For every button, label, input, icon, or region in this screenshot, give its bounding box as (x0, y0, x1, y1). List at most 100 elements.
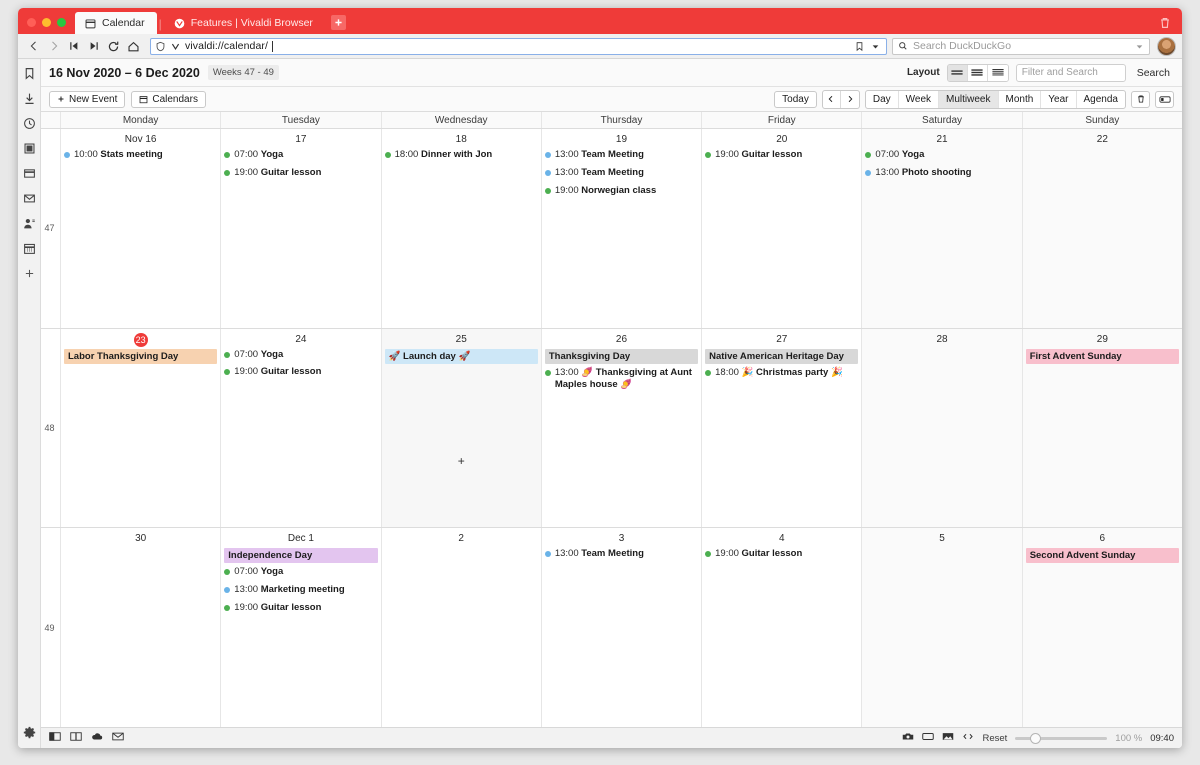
calendar-panel-icon[interactable] (23, 242, 36, 255)
close-window-button[interactable] (27, 18, 36, 27)
calendar-event[interactable]: 07:00 Yoga (224, 149, 377, 162)
day-cell[interactable]: Nov 1610:00 Stats meeting (61, 129, 221, 328)
day-cell[interactable]: 22 (1023, 129, 1182, 328)
week-number-cell[interactable]: 47 (41, 129, 61, 328)
layout-dense-rows-button[interactable] (988, 65, 1008, 81)
calendar-event[interactable]: 13:00 Team Meeting (545, 149, 698, 162)
day-cell[interactable]: 1707:00 Yoga19:00 Guitar lesson (221, 129, 381, 328)
window-panel-icon[interactable] (23, 167, 36, 180)
day-cell[interactable]: 419:00 Guitar lesson (702, 528, 862, 727)
avatar[interactable] (1157, 37, 1176, 56)
calendar-event[interactable]: 07:00 Yoga (224, 349, 377, 362)
zoom-slider-handle[interactable] (1030, 733, 1041, 744)
forward-icon[interactable] (44, 37, 63, 56)
all-day-event[interactable]: Second Advent Sunday (1026, 548, 1179, 563)
day-cell[interactable]: 2019:00 Guitar lesson (702, 129, 862, 328)
week-number-cell[interactable]: 49 (41, 528, 61, 727)
day-cell[interactable]: 25🚀 Launch day 🚀+ (382, 329, 542, 528)
chevron-left-icon[interactable] (823, 91, 841, 108)
all-day-event[interactable]: Native American Heritage Day (705, 349, 858, 364)
tab-calendar[interactable]: Calendar (75, 12, 157, 34)
capture-icon[interactable] (902, 732, 914, 744)
view-year-button[interactable]: Year (1041, 91, 1076, 108)
rewind-icon[interactable] (64, 37, 83, 56)
day-cell[interactable]: 29First Advent Sunday (1023, 329, 1182, 528)
search-button[interactable]: Search (1133, 67, 1174, 79)
fast-forward-icon[interactable] (84, 37, 103, 56)
view-agenda-button[interactable]: Agenda (1077, 91, 1125, 108)
new-event-button[interactable]: New Event (49, 91, 125, 108)
calendar-event[interactable]: 07:00 Yoga (865, 149, 1018, 162)
today-button[interactable]: Today (774, 91, 817, 108)
day-cell[interactable]: 6Second Advent Sunday (1023, 528, 1182, 727)
calendar-event[interactable]: 19:00 Guitar lesson (224, 602, 377, 615)
back-icon[interactable] (24, 37, 43, 56)
panel-toggle-icon[interactable] (49, 732, 61, 744)
view-day-button[interactable]: Day (866, 91, 899, 108)
calendar-event[interactable]: 18:00 Dinner with Jon (385, 149, 538, 162)
day-cell[interactable]: 2407:00 Yoga19:00 Guitar lesson (221, 329, 381, 528)
calendar-event[interactable]: 19:00 Guitar lesson (224, 167, 377, 180)
calendar-event[interactable]: 13:00 🍠 Thanksgiving at Aunt Maples hous… (545, 367, 698, 393)
all-day-event[interactable]: 🚀 Launch day 🚀 (385, 349, 538, 364)
url-bar[interactable]: vivaldi://calendar/ (150, 38, 887, 55)
day-cell[interactable]: 1913:00 Team Meeting13:00 Team Meeting19… (542, 129, 702, 328)
calendars-button[interactable]: Calendars (131, 91, 206, 108)
zoom-slider[interactable] (1015, 737, 1107, 740)
tile-icon[interactable] (922, 732, 934, 744)
image-toggle-icon[interactable] (942, 732, 954, 744)
reload-icon[interactable] (104, 37, 123, 56)
day-cell[interactable]: 313:00 Team Meeting (542, 528, 702, 727)
layout-segmented-control[interactable] (947, 64, 1009, 82)
downloads-icon[interactable] (23, 92, 36, 105)
search-field[interactable]: Search DuckDuckGo (892, 38, 1150, 55)
calendar-event[interactable]: 13:00 Marketing meeting (224, 584, 377, 597)
view-month-button[interactable]: Month (999, 91, 1042, 108)
calendar-event[interactable]: 19:00 Norwegian class (545, 185, 698, 198)
calendar-event[interactable]: 19:00 Guitar lesson (705, 149, 858, 162)
cloud-icon[interactable] (91, 732, 103, 744)
add-panel-icon[interactable] (23, 267, 36, 280)
view-week-button[interactable]: Week (899, 91, 939, 108)
view-multiweek-button[interactable]: Multiweek (939, 91, 998, 108)
developer-tools-icon[interactable] (962, 732, 974, 744)
day-cell[interactable]: 5 (862, 528, 1022, 727)
history-icon[interactable] (23, 117, 36, 130)
day-cell[interactable]: 26Thanksgiving Day13:00 🍠 Thanksgiving a… (542, 329, 702, 528)
day-cell[interactable]: 30 (61, 528, 221, 727)
calendar-event[interactable]: 13:00 Team Meeting (545, 167, 698, 180)
layout-medium-rows-button[interactable] (968, 65, 988, 81)
bookmarks-icon[interactable] (23, 67, 36, 80)
day-cell[interactable]: 27Native American Heritage Day18:00 🎉 Ch… (702, 329, 862, 528)
day-cell[interactable]: 28 (862, 329, 1022, 528)
calendar-event[interactable]: 13:00 Photo shooting (865, 167, 1018, 180)
maximize-window-button[interactable] (57, 18, 66, 27)
chevron-right-icon[interactable] (841, 91, 859, 108)
day-cell[interactable]: Dec 1Independence Day07:00 Yoga13:00 Mar… (221, 528, 381, 727)
chevron-down-icon[interactable] (871, 42, 880, 51)
all-day-event[interactable]: First Advent Sunday (1026, 349, 1179, 364)
add-event-hint-icon[interactable]: + (382, 454, 541, 468)
bookmark-icon[interactable] (854, 41, 865, 52)
calendar-event[interactable]: 07:00 Yoga (224, 566, 377, 579)
contacts-icon[interactable] (23, 217, 36, 230)
shield-icon[interactable] (155, 41, 166, 52)
home-icon[interactable] (124, 37, 143, 56)
all-day-event[interactable]: Independence Day (224, 548, 377, 563)
layout-compact-rows-button[interactable] (948, 65, 968, 81)
closed-tabs-trash-icon[interactable] (1158, 16, 1172, 30)
filter-and-search-input[interactable]: Filter and Search (1016, 64, 1126, 82)
mail-status-icon[interactable] (112, 732, 124, 744)
mail-icon[interactable] (23, 192, 36, 205)
chevron-down-icon[interactable] (1135, 42, 1144, 51)
tab-tiling-icon[interactable] (70, 732, 82, 744)
vivaldi-v-icon[interactable] (170, 41, 181, 52)
zoom-reset-button[interactable]: Reset (982, 733, 1007, 744)
day-cell[interactable]: 23Labor Thanksgiving Day (61, 329, 221, 528)
trash-icon[interactable] (1131, 91, 1150, 108)
day-cell[interactable]: 1818:00 Dinner with Jon (382, 129, 542, 328)
calendar-event[interactable]: 19:00 Guitar lesson (705, 548, 858, 561)
new-tab-button[interactable] (331, 15, 346, 30)
gear-icon[interactable] (23, 726, 36, 739)
minimize-window-button[interactable] (42, 18, 51, 27)
